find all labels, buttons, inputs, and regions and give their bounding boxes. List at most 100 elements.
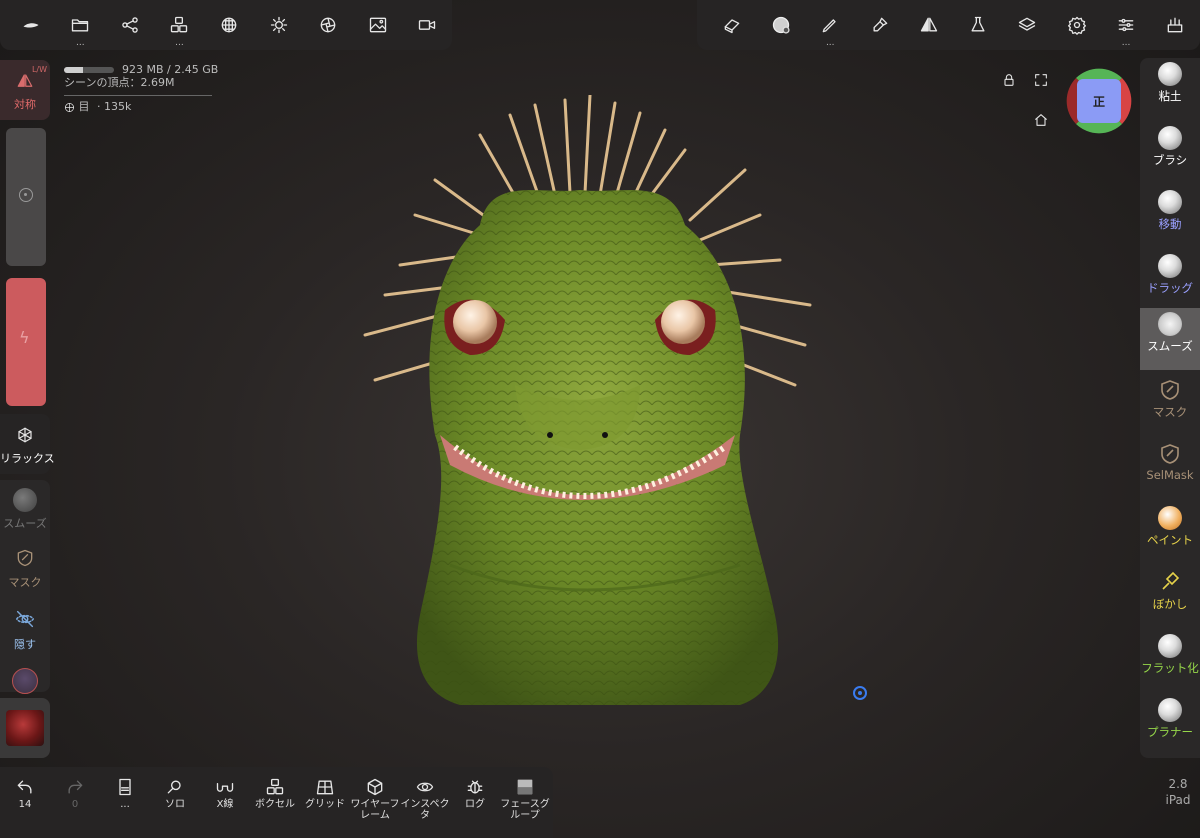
face-group-icon	[515, 777, 535, 797]
inspector-eye-label: インスペクタ	[400, 799, 450, 821]
tool-clay-label: 粘土	[1158, 89, 1182, 103]
tool-planar-button[interactable]: プラナー	[1140, 694, 1200, 756]
gizmo-front-face[interactable]: 正	[1077, 79, 1121, 123]
tool-mask-button[interactable]: マスク	[1140, 374, 1200, 436]
sculpt-tools-icon[interactable]	[1151, 0, 1200, 50]
wireframe-icon	[365, 777, 385, 797]
grid-label: グリッド	[305, 799, 345, 810]
mesh-name: 目	[78, 100, 90, 113]
tool-smooth-button[interactable]: スムーズ	[1140, 308, 1200, 370]
spike	[508, 113, 542, 202]
layers-icon[interactable]	[1003, 0, 1052, 50]
quick-mask-button[interactable]: マスク	[0, 548, 50, 590]
bottom-toolbar: 14 0 ... ソロ X線 ボクセル グリッド ワイヤーフレーム インスペクタ ログ フェース…	[0, 767, 553, 838]
relax-button[interactable]: リラックス	[0, 426, 55, 466]
undo-button[interactable]: 14	[0, 767, 50, 838]
bug-button[interactable]: ログ	[450, 767, 500, 838]
cubes-icon[interactable]: ...	[155, 0, 205, 50]
top-right-toolbar: ... ...	[697, 0, 1200, 50]
symmetry-button[interactable]: 対称	[0, 72, 50, 112]
tool-selmask-button[interactable]: SelMask	[1140, 438, 1200, 500]
sliders-more: ...	[1121, 38, 1131, 48]
spike	[413, 213, 482, 237]
pivot-point-icon[interactable]	[853, 686, 867, 700]
background-image-icon[interactable]	[353, 0, 403, 50]
face-group-button[interactable]: フェースグループ	[500, 767, 550, 838]
quick-smooth-button[interactable]: スムーズ	[0, 488, 50, 531]
quick-hide-button[interactable]: 隠す	[0, 608, 50, 652]
inspector-eye-icon	[415, 777, 435, 797]
symmetry-icon[interactable]	[904, 0, 953, 50]
settings-gear-icon[interactable]	[1052, 0, 1101, 50]
planar-brush-icon	[1158, 698, 1182, 722]
inspector-eye-button[interactable]: インスペクタ	[400, 767, 450, 838]
search-button[interactable]: ソロ	[150, 767, 200, 838]
xray-glasses-label: X線	[216, 799, 234, 810]
xray-glasses-icon	[215, 777, 235, 797]
material-thumbnail-panel[interactable]	[0, 698, 50, 758]
smooth-sphere-icon	[13, 488, 37, 512]
tool-brush-label: ブラシ	[1152, 153, 1188, 167]
orientation-gizmo[interactable]: 正	[1066, 68, 1132, 134]
tool-clay-button[interactable]: 粘土	[1140, 58, 1200, 120]
tool-smudge-button[interactable]: ぼかし	[1140, 566, 1200, 628]
undo-icon	[15, 777, 35, 797]
tool-flatten-button[interactable]: フラット化	[1140, 630, 1200, 692]
wireframe-button[interactable]: ワイヤーフレーム	[350, 767, 400, 838]
brush-tools-panel: 粘土ブラシ移動ドラッグスムーズマスク SelMask ペイントぼかしフラット化プラナ…	[1140, 58, 1200, 758]
smooth-brush-icon[interactable]	[756, 0, 805, 50]
voxel-button[interactable]: ボクセル	[250, 767, 300, 838]
fullscreen-icon[interactable]	[1033, 72, 1049, 88]
logo-icon[interactable]	[6, 0, 56, 50]
sliders-icon[interactable]: ...	[1101, 0, 1150, 50]
smudge-brush-icon	[1158, 570, 1182, 594]
tool-move-button[interactable]: 移動	[1140, 186, 1200, 248]
drag-brush-icon	[1158, 254, 1182, 278]
relax-panel[interactable]: リラックス	[0, 414, 55, 474]
grid-button[interactable]: グリッド	[300, 767, 350, 838]
symmetry-panel[interactable]: L/W 対称	[0, 60, 50, 120]
document-button[interactable]: ...	[100, 767, 150, 838]
tool-mask-label: マスク	[1152, 405, 1188, 419]
tool-smudge-label: ぼかし	[1152, 597, 1188, 611]
document-label: ...	[120, 799, 130, 810]
tool-smooth-label: スムーズ	[1147, 339, 1193, 353]
selected-mesh-row[interactable]: 目 · 135k	[64, 100, 218, 113]
material-sphere-icon[interactable]	[204, 0, 254, 50]
stroke-pen-icon[interactable]: ...	[806, 0, 855, 50]
stroke-more: ...	[825, 38, 835, 48]
scene-stats: 923 MB / 2.45 GB シーンの頂点：2.69M 目 · 135k	[64, 63, 218, 113]
tool-planar-label: プラナー	[1147, 725, 1193, 739]
redo-count: 0	[71, 799, 79, 810]
tool-brush-button[interactable]: ブラシ	[1140, 122, 1200, 184]
flask-icon[interactable]	[953, 0, 1002, 50]
eraser-icon[interactable]	[707, 0, 756, 50]
search-icon	[165, 777, 185, 797]
material-thumbnail[interactable]	[6, 710, 44, 746]
files-icon[interactable]: ...	[56, 0, 106, 50]
relax-label: リラックス	[0, 452, 55, 465]
video-camera-icon[interactable]	[403, 0, 453, 50]
xray-glasses-button[interactable]: X線	[200, 767, 250, 838]
wireframe-label: ワイヤーフレーム	[350, 799, 400, 821]
radius-slider[interactable]	[6, 128, 46, 266]
lighting-icon[interactable]	[254, 0, 304, 50]
tool-drag-label: ドラッグ	[1147, 281, 1193, 295]
paint-brush-icon	[1158, 506, 1182, 530]
sculpt-model-lizard-head[interactable]	[340, 95, 820, 715]
home-icon[interactable]	[1033, 112, 1049, 128]
quick-smooth-label: スムーズ	[3, 517, 47, 530]
transform-gizmo-icon[interactable]	[12, 668, 38, 694]
lock-icon[interactable]	[1001, 72, 1017, 88]
voxel-icon	[265, 777, 285, 797]
redo-button[interactable]: 0	[50, 767, 100, 838]
face-group-label: フェースグループ	[500, 799, 550, 821]
clay-brush-icon	[1158, 62, 1182, 86]
scene-graph-icon[interactable]	[105, 0, 155, 50]
relax-web-icon	[16, 426, 34, 444]
paint-brush-icon[interactable]	[855, 0, 904, 50]
camera-aperture-icon[interactable]	[303, 0, 353, 50]
tool-paint-button[interactable]: ペイント	[1140, 502, 1200, 564]
intensity-slider[interactable]: ϟ	[6, 278, 46, 406]
tool-drag-button[interactable]: ドラッグ	[1140, 250, 1200, 312]
